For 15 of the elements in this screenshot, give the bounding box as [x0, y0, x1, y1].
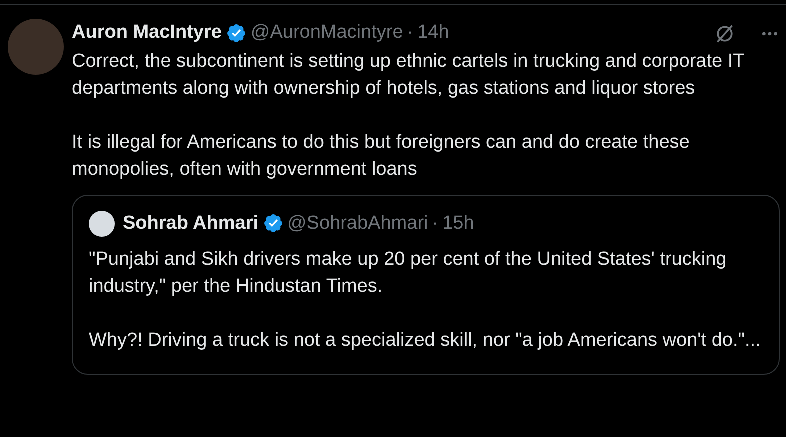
quoted-tweet-card[interactable]: [72, 194, 780, 375]
timestamp[interactable]: 14h: [418, 19, 450, 48]
tweet-text: "Punjabi and Sikh drivers make up 20 per cent of the United States' trucking industry," per the Hindustan Times.: [89, 248, 728, 299]
author-handle[interactable]: @AuronMacintyre: [250, 19, 404, 48]
tweet-text: Correct, the subcontinent is setting up ethnic cartels in trucking and corporate IT departments along with ownership of hotels, gas stations and liquor stores: [72, 50, 746, 100]
tweet-text: It is illegal for Americans to do this but foreigners can and do create these monopolies, often with government loans: [72, 130, 691, 182]
timestamp[interactable]: 15h: [442, 210, 474, 238]
tweet-text: Why?! Driving a truck is not a specialized skill, nor "a job Americans won't do."...: [89, 329, 762, 353]
slashed-circle-icon[interactable]: [714, 23, 736, 45]
separator: ·: [432, 212, 439, 236]
avatar-placeholder[interactable]: [89, 210, 115, 237]
author-name[interactable]: Sohrab Ahmari: [123, 210, 258, 238]
author-name[interactable]: Auron MacIntyre: [72, 19, 222, 48]
separator: ·: [407, 21, 414, 45]
author-handle[interactable]: @SohrabAhmari: [288, 210, 428, 238]
